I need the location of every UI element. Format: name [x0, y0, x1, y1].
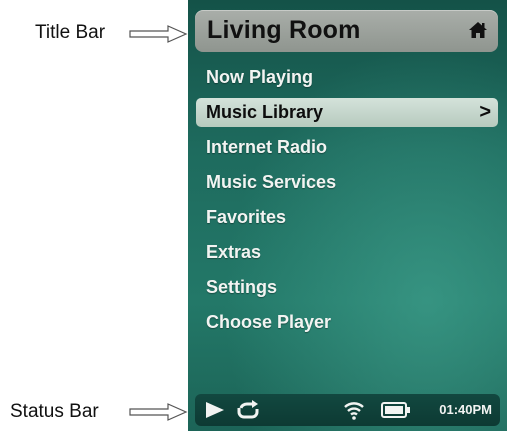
- menu-item-label: Now Playing: [206, 67, 314, 87]
- title-bar[interactable]: Living Room: [195, 10, 498, 52]
- play-icon[interactable]: [205, 401, 225, 419]
- menu-item-label: Internet Radio: [206, 137, 328, 157]
- menu-item-settings[interactable]: Settings: [188, 270, 507, 305]
- home-icon[interactable]: [468, 21, 488, 39]
- wifi-icon: [344, 402, 364, 420]
- menu-item-choose-player[interactable]: Choose Player: [188, 305, 507, 340]
- status-time: 01:40PM: [439, 402, 492, 417]
- menu-item-music-services[interactable]: Music Services: [188, 165, 507, 200]
- menu-item-label: Music Library: [206, 102, 324, 122]
- status-bar: 01:40PM: [195, 394, 500, 426]
- device-screen: Living Room Now Playing Music Library > …: [188, 0, 507, 431]
- menu-item-music-library[interactable]: Music Library >: [188, 95, 507, 130]
- battery-icon: [381, 402, 410, 418]
- status-bar-callout-arrow-icon: [129, 403, 188, 421]
- title-bar-callout-arrow-icon: [129, 25, 188, 43]
- title-bar-callout-label: Title Bar: [35, 22, 106, 43]
- chevron-right-icon: >: [479, 101, 491, 123]
- repeat-icon[interactable]: [235, 399, 261, 421]
- menu-item-label: Favorites: [206, 207, 287, 227]
- menu-item-now-playing[interactable]: Now Playing: [188, 60, 507, 95]
- room-title: Living Room: [207, 16, 361, 44]
- menu-item-label: Music Services: [206, 172, 337, 192]
- status-bar-callout-label: Status Bar: [10, 401, 99, 422]
- menu-item-label: Choose Player: [206, 312, 332, 332]
- menu-item-favorites[interactable]: Favorites: [188, 200, 507, 235]
- annotated-screenshot: Title Bar Status Bar Living Room Now Pla…: [0, 0, 507, 431]
- menu-item-label: Settings: [206, 277, 278, 297]
- menu-item-internet-radio[interactable]: Internet Radio: [188, 130, 507, 165]
- menu-item-extras[interactable]: Extras: [188, 235, 507, 270]
- main-menu: Now Playing Music Library > Internet Rad…: [188, 60, 507, 340]
- menu-item-label: Extras: [206, 242, 262, 262]
